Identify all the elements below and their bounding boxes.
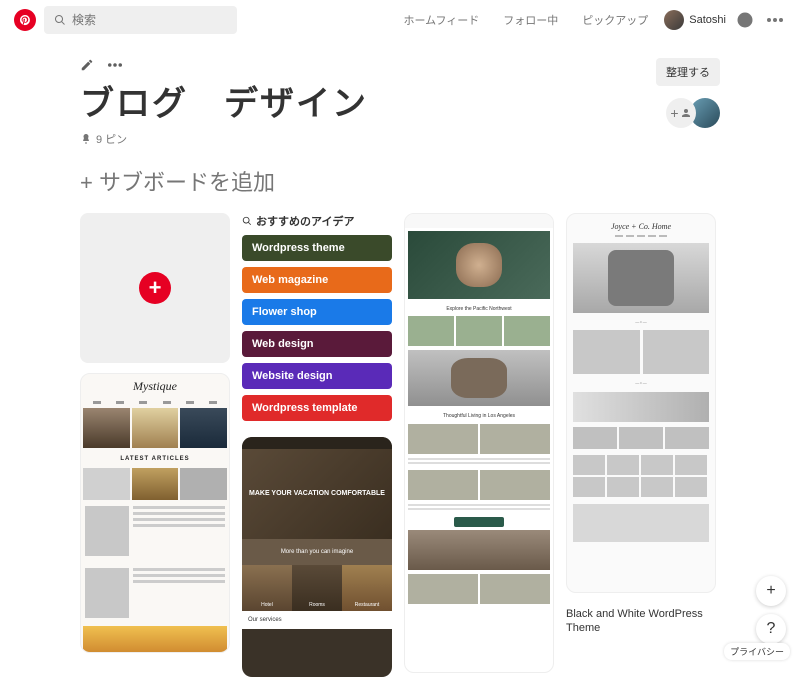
app-header: ホームフィード フォロー中 ピックアップ Satoshi [0, 0, 800, 40]
messages-icon[interactable] [734, 9, 756, 31]
board-header: 整理する ブログ デザイン 9 ピン [0, 40, 800, 147]
ideas-header: おすすめのアイデア [242, 213, 392, 229]
collaborators [666, 98, 720, 128]
board-tools [80, 58, 720, 72]
add-fab[interactable]: + [756, 576, 786, 606]
idea-chip[interactable]: Wordpress template [242, 395, 392, 421]
privacy-link[interactable]: プライバシー [724, 643, 790, 660]
idea-chip[interactable]: Flower shop [242, 299, 392, 325]
grid-column: + Mystique LATEST ARTICLES [80, 213, 230, 653]
pin-icon [80, 133, 92, 145]
search-input[interactable] [72, 13, 227, 27]
recommended-ideas: おすすめのアイデア Wordpress theme Web magazine F… [242, 213, 392, 427]
floating-actions: + ? [756, 576, 786, 644]
nav-home-feed[interactable]: ホームフィード [396, 12, 488, 28]
search-icon [54, 14, 66, 26]
nav-pickup[interactable]: ピックアップ [574, 12, 656, 28]
plus-icon: + [139, 272, 171, 304]
organize-button[interactable]: 整理する [656, 58, 720, 86]
pin-magazine-theme[interactable]: Explore the Pacific Northwest Thoughtful… [404, 213, 554, 673]
help-fab[interactable]: ? [756, 614, 786, 644]
nav-following[interactable]: フォロー中 [495, 12, 566, 28]
pin-count: 9 ピン [80, 131, 720, 147]
edit-icon[interactable] [80, 58, 94, 72]
pinterest-logo[interactable] [14, 9, 36, 31]
board-title: ブログ デザイン [80, 76, 720, 125]
search-icon [242, 216, 252, 226]
pin-title: Black and White WordPress Theme [566, 607, 716, 636]
pin-bw-theme[interactable]: Joyce + Co. Home — • — — • — [566, 213, 716, 593]
pin-mystique-theme[interactable]: Mystique LATEST ARTICLES [80, 373, 230, 653]
add-pin-tile[interactable]: + [80, 213, 230, 363]
user-avatar [664, 10, 684, 30]
user-name: Satoshi [689, 14, 726, 26]
search-bar[interactable] [44, 6, 237, 34]
pin-grid: + Mystique LATEST ARTICLES おすすめのアイデア Wor… [0, 203, 800, 677]
idea-chip[interactable]: Wordpress theme [242, 235, 392, 261]
board-more-icon[interactable] [108, 58, 122, 72]
pin-vacation-theme[interactable]: MAKE YOUR VACATION COMFORTABLE More than… [242, 437, 392, 677]
user-menu[interactable]: Satoshi [664, 10, 726, 30]
grid-column: Joyce + Co. Home — • — — • — Black and W… [566, 213, 716, 636]
grid-column: Explore the Pacific Northwest Thoughtful… [404, 213, 554, 673]
add-collaborator-button[interactable] [666, 98, 696, 128]
idea-chip[interactable]: Web design [242, 331, 392, 357]
idea-chip[interactable]: Website design [242, 363, 392, 389]
add-subboard-button[interactable]: + サブボードを追加 [0, 147, 800, 203]
idea-chip[interactable]: Web magazine [242, 267, 392, 293]
grid-column: おすすめのアイデア Wordpress theme Web magazine F… [242, 213, 392, 677]
more-icon[interactable] [764, 9, 786, 31]
